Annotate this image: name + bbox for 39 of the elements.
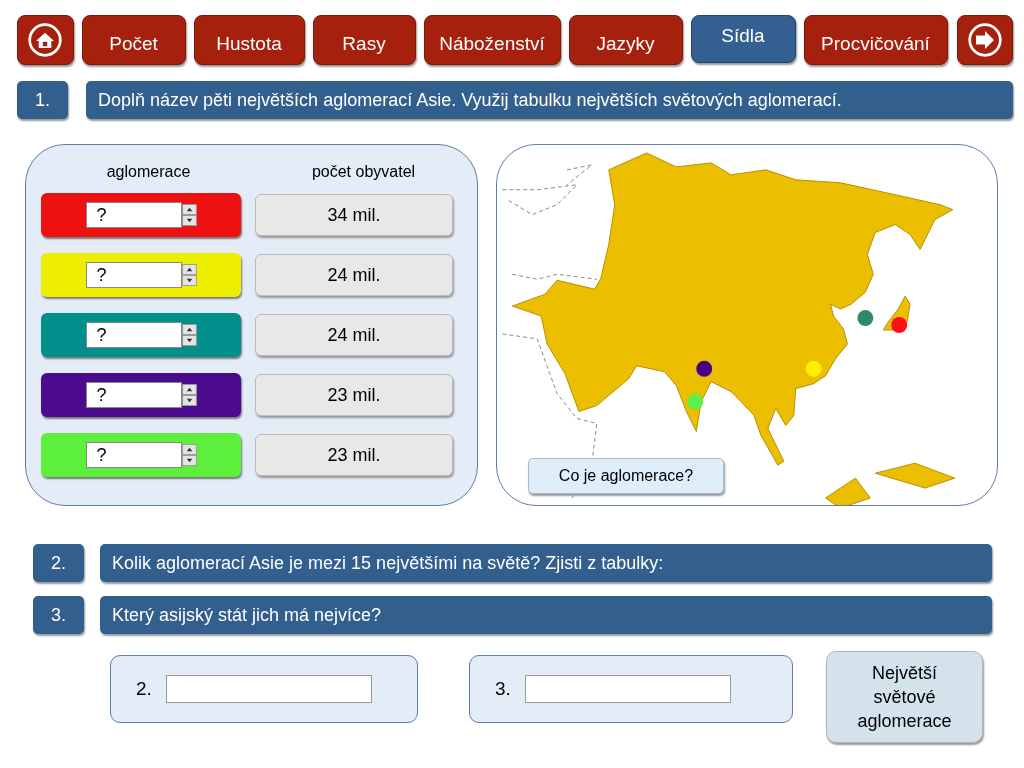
spinner-arrows-icon[interactable]: [181, 264, 197, 286]
input-field[interactable]: ?: [85, 442, 182, 468]
answer-field[interactable]: [165, 675, 372, 703]
population-value: 24 mil.: [255, 314, 453, 356]
population-value: 34 mil.: [255, 194, 453, 236]
spinner-arrows-icon[interactable]: [181, 324, 197, 346]
input-field[interactable]: ?: [85, 202, 182, 228]
nav-tab[interactable]: Sídla: [690, 15, 796, 63]
question-text: Doplň název pěti největších aglomerací Asie. Využij tabulku největších světových aglomerací.: [86, 81, 1013, 119]
home-button[interactable]: [17, 15, 74, 65]
column-header: aglomerace: [105, 163, 192, 181]
answer-label: 3.: [495, 678, 511, 700]
question-number: 2.: [33, 544, 84, 582]
home-icon: [27, 22, 64, 58]
nav-tab[interactable]: Hustota: [193, 15, 305, 65]
question-text: Který asijský stát jich má nejvíce?: [100, 596, 992, 634]
population-value: 23 mil.: [255, 374, 453, 416]
answer-field[interactable]: [524, 675, 731, 703]
input-field[interactable]: ?: [85, 322, 182, 348]
input-field[interactable]: ?: [85, 382, 182, 408]
nav-tab[interactable]: Rasy: [312, 15, 416, 65]
population-value: 23 mil.: [255, 434, 453, 476]
question-number: 1.: [17, 81, 68, 119]
input-field[interactable]: ?: [85, 262, 182, 288]
nav-tab[interactable]: Jazyky: [568, 15, 683, 65]
spinner-arrows-icon[interactable]: [181, 204, 197, 226]
nav-tab[interactable]: Počet: [81, 15, 186, 65]
question-number: 3.: [33, 596, 84, 634]
column-header: počet obyvatel: [310, 163, 417, 181]
population-value: 24 mil.: [255, 254, 453, 296]
answer-label: 2.: [136, 678, 152, 700]
nav-tab[interactable]: Procvičování: [803, 15, 948, 65]
next-button[interactable]: [956, 15, 1013, 65]
nav-tab[interactable]: Náboženství: [423, 15, 561, 65]
info-button[interactable]: Co je aglomerace?: [528, 458, 724, 494]
table-button[interactable]: Největší světové aglomerace: [826, 651, 983, 743]
question-text: Kolik aglomerací Asie je mezi 15 největšími na světě? Zjisti z tabulky:: [100, 544, 992, 582]
spinner-arrows-icon[interactable]: [181, 444, 197, 466]
spinner-arrows-icon[interactable]: [181, 384, 197, 406]
